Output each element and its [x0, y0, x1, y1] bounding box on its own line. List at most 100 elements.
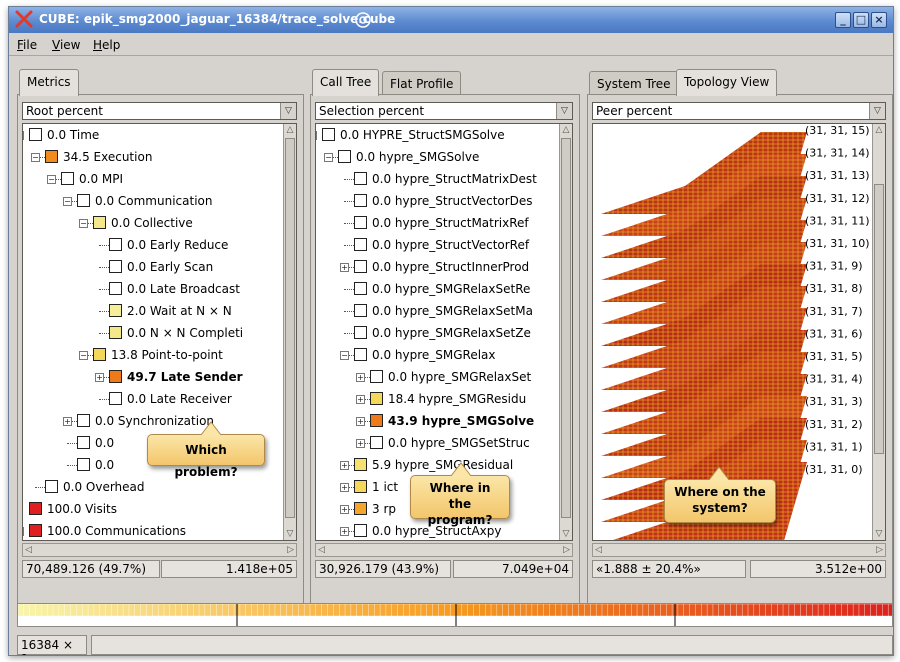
scroll-right-icon[interactable]: ▷	[287, 544, 294, 556]
expand-icon[interactable]: +	[340, 263, 349, 272]
tree-row[interactable]: 0.0 N × N Completi	[23, 324, 296, 344]
expand-icon[interactable]: +	[340, 461, 349, 470]
menu-file[interactable]: File	[17, 38, 37, 52]
maximize-button[interactable]: □	[853, 12, 869, 28]
tree-row[interactable]: +43.9 hypre_SMGSolve	[316, 412, 572, 432]
tree-row[interactable]: 0.0 hypre_SMGRelaxSetZe	[316, 324, 572, 344]
tree-row[interactable]: +0.0 Synchronization	[23, 412, 296, 432]
legend-swatch	[368, 604, 376, 617]
metrics-tree[interactable]: △ ▽ −0.0 Time−34.5 Execution−0.0 MPI−0.0…	[22, 123, 297, 541]
tree-row[interactable]: 0.0 Early Scan	[23, 258, 296, 278]
scroll-right-icon[interactable]: ▷	[563, 544, 570, 556]
tree-row[interactable]: 0.0 Late Broadcast	[23, 280, 296, 300]
tree-row[interactable]: +5.9 hypre_SMGResidual	[316, 456, 572, 476]
dropdown-arrow-icon[interactable]: ▽	[280, 103, 296, 119]
collapse-icon[interactable]: −	[79, 351, 88, 360]
expand-icon[interactable]: +	[356, 417, 365, 426]
tab-metrics[interactable]: Metrics	[19, 69, 79, 96]
collapse-icon[interactable]: −	[324, 153, 333, 162]
scroll-up-icon[interactable]: △	[873, 124, 885, 136]
legend-swatch	[876, 604, 884, 617]
tree-row[interactable]: − 0.0 hypre_SMGRelax	[316, 346, 572, 366]
scroll-left-icon[interactable]: ◁	[25, 544, 32, 556]
collapse-icon[interactable]: −	[47, 175, 56, 184]
expand-icon[interactable]: +	[23, 527, 24, 536]
topology-vscroll[interactable]: △ ▽	[872, 124, 885, 540]
legend-swatch	[152, 604, 159, 617]
expand-icon[interactable]: +	[356, 395, 365, 404]
expand-icon[interactable]: +	[63, 417, 72, 426]
expand-icon[interactable]: +	[340, 483, 349, 492]
tree-row[interactable]: − 0.0 Time	[23, 126, 296, 146]
tree-row[interactable]: 0.0 hypre_StructMatrixRef	[316, 214, 572, 234]
legend-swatch	[93, 604, 101, 617]
calltree-hscroll[interactable]: ◁ ▷	[315, 543, 573, 557]
legend-swatch	[432, 604, 440, 617]
tree-row[interactable]: − 13.8 Point-to-point	[23, 346, 296, 366]
tree-row[interactable]: +49.7 Late Sender	[23, 368, 296, 388]
collapse-icon[interactable]: −	[31, 153, 40, 162]
scroll-left-icon[interactable]: ◁	[595, 544, 602, 556]
expand-icon[interactable]: +	[95, 373, 104, 382]
tree-row[interactable]: − 0.0 hypre_SMGSolve	[316, 148, 572, 168]
tree-row[interactable]: 100.0 Visits	[23, 500, 296, 520]
minimize-button[interactable]: _	[835, 12, 851, 28]
tree-row[interactable]: − 0.0 Communication	[23, 192, 296, 212]
collapse-icon[interactable]: −	[23, 131, 24, 140]
dropdown-arrow-icon[interactable]: ▽	[869, 103, 885, 119]
legend-swatch	[788, 604, 796, 617]
title-bar[interactable]: CUBE: epik_smg2000_jaguar_16384/trace_so…	[9, 7, 893, 33]
metrics-hscroll[interactable]: ◁ ▷	[22, 543, 297, 557]
menu-help[interactable]: Help	[93, 38, 120, 52]
expand-icon[interactable]: +	[340, 527, 349, 536]
scroll-thumb[interactable]	[874, 184, 884, 454]
collapse-icon[interactable]: −	[340, 351, 349, 360]
tree-row[interactable]: − 0.0 Collective	[23, 214, 296, 234]
topology-planes[interactable]: (31, 31, 15) (31, 31, 14) (31, 31, 13) (31,…	[593, 124, 873, 540]
tree-row[interactable]: 0.0 Late Receiver	[23, 390, 296, 410]
tree-row[interactable]: 0.0 hypre_SMGRelaxSetMa	[316, 302, 572, 322]
tree-row[interactable]: 2.0 Wait at N × N	[23, 302, 296, 322]
tab-flat-profile[interactable]: Flat Profile	[382, 71, 462, 94]
system-mode-select[interactable]: Peer percent ▽	[592, 102, 886, 120]
tree-row[interactable]: +0.0 hypre_SMGRelaxSet	[316, 368, 572, 388]
metrics-mode-select[interactable]: Root percent ▽	[22, 102, 297, 120]
tree-connector	[99, 267, 109, 268]
expand-icon[interactable]: +	[356, 439, 365, 448]
legend-swatch	[759, 604, 767, 617]
scroll-down-icon[interactable]: ▽	[873, 528, 885, 540]
tree-row[interactable]: +0.0 hypre_StructInnerProd	[316, 258, 572, 278]
tree-row[interactable]: +100.0 Communications	[23, 522, 296, 540]
plane-coordinate-label: (31, 31, 13)	[805, 169, 870, 182]
tree-row[interactable]: − 0.0 MPI	[23, 170, 296, 190]
tree-row[interactable]: +18.4 hypre_SMGResidu	[316, 390, 572, 410]
tree-row[interactable]: 0.0 hypre_StructVectorRef	[316, 236, 572, 256]
tree-row[interactable]: 0.0 Early Reduce	[23, 236, 296, 256]
expand-icon[interactable]: +	[340, 505, 349, 514]
tree-row[interactable]: − 0.0 HYPRE_StructSMGSolve	[316, 126, 572, 146]
tab-topology-view[interactable]: Topology View	[676, 69, 778, 96]
expand-icon[interactable]: +	[356, 373, 365, 382]
close-button[interactable]: ×	[871, 12, 887, 28]
tree-row[interactable]: 0.0 Overhead	[23, 478, 296, 498]
tree-row[interactable]: 0.0 hypre_StructVectorDes	[316, 192, 572, 212]
scroll-right-icon[interactable]: ▷	[876, 544, 883, 556]
tree-row[interactable]: +0.0 hypre_SMGSetStruc	[316, 434, 572, 454]
legend-swatch	[806, 604, 814, 617]
topology-hscroll[interactable]: ◁ ▷	[592, 543, 886, 557]
tab-call-tree[interactable]: Call Tree	[312, 69, 380, 96]
tree-row[interactable]: 0.0 hypre_SMGRelaxSetRe	[316, 280, 572, 300]
menu-view[interactable]: View	[52, 38, 80, 52]
calltree-mode-select[interactable]: Selection percent ▽	[315, 102, 573, 120]
tab-system-tree[interactable]: System Tree	[589, 71, 679, 94]
legend-swatch	[864, 604, 872, 617]
legend-swatch	[508, 604, 516, 617]
collapse-icon[interactable]: −	[79, 219, 88, 228]
tree-row[interactable]: 0.0 hypre_StructMatrixDest	[316, 170, 572, 190]
tree-row[interactable]: − 34.5 Execution	[23, 148, 296, 168]
dropdown-arrow-icon[interactable]: ▽	[556, 103, 572, 119]
tree-row-label: 0.0 Time	[47, 128, 100, 142]
scroll-left-icon[interactable]: ◁	[318, 544, 325, 556]
collapse-icon[interactable]: −	[316, 131, 317, 140]
collapse-icon[interactable]: −	[63, 197, 72, 206]
